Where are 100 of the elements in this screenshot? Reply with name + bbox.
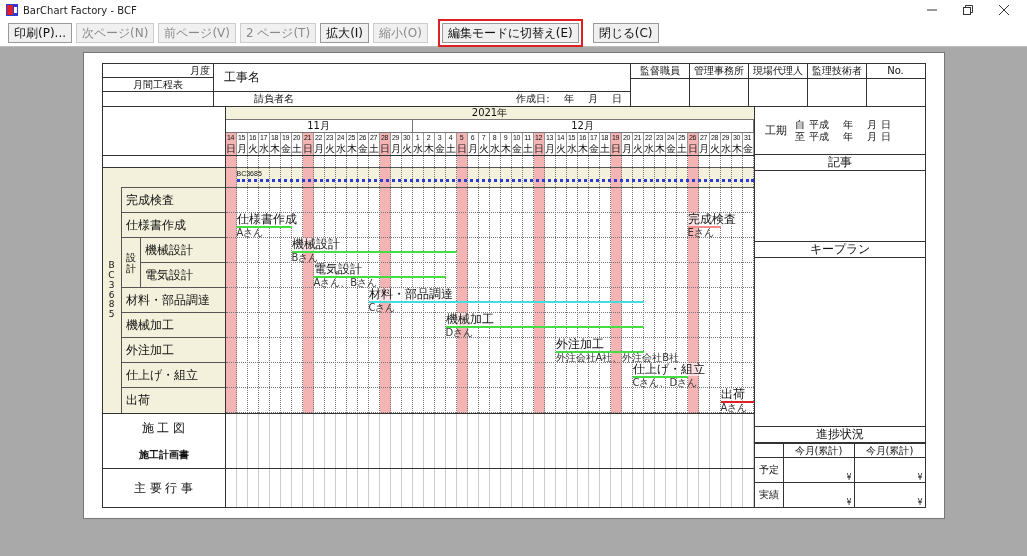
weekday-label: 火 — [324, 143, 336, 155]
task-label: 電気設計 — [143, 267, 194, 284]
weekday-label: 土 — [445, 143, 457, 155]
currency-mark: ¥ — [846, 473, 852, 482]
assignee-label: 外注会社A社、外注会社B社 — [555, 353, 680, 363]
task-label: 機械設計 — [140, 238, 225, 263]
currency-mark: ¥ — [846, 498, 852, 507]
toolbar-button[interactable]: 閉じる(C) — [592, 23, 659, 43]
weekday-label: 月 — [544, 143, 556, 155]
era-label: 平成 — [808, 118, 829, 131]
month-unit: 月 — [866, 118, 877, 131]
assignee-label: Aさん — [720, 403, 748, 413]
approval-label: No. — [887, 65, 904, 76]
weekday-label: 金 — [665, 143, 677, 155]
weekday-label: 火 — [478, 143, 490, 155]
weekday-label: 日 — [379, 143, 391, 155]
weekday-label: 金 — [357, 143, 369, 155]
weekday-label: 火 — [709, 143, 721, 155]
toolbar-button[interactable]: 印刷(P)... — [8, 23, 73, 43]
assignee-label: Aさん — [236, 228, 264, 238]
contractor-label: 請負者名 — [253, 92, 294, 106]
bar-label: 電気設計 — [313, 263, 362, 276]
bar-label: 材料・部品調達 — [368, 288, 453, 301]
weekday-label: 日 — [225, 143, 237, 155]
weekday-label: 金 — [742, 143, 754, 155]
month-label: 月度 — [102, 64, 213, 78]
weekday-label: 火 — [632, 143, 644, 155]
currency-mark: ¥ — [917, 473, 923, 482]
year-label: 2021年 — [225, 107, 754, 120]
assignee-label: Dさん — [445, 328, 474, 338]
task-label: 仕様書作成 — [120, 213, 225, 238]
task-label: 完成検査 — [120, 188, 225, 213]
weekday-label: 水 — [412, 143, 424, 155]
project-name-label: 工事名 — [223, 70, 260, 84]
close-icon[interactable] — [999, 5, 1009, 15]
assignee-label: Eさん — [687, 228, 714, 238]
weekday-label: 水 — [258, 143, 270, 155]
sheet-title: 月間工程表 — [102, 78, 213, 92]
weekday-label: 土 — [676, 143, 688, 155]
weekday-label: 木 — [269, 143, 281, 155]
task-label: 仕上げ・組立 — [120, 363, 225, 388]
row-label: 予定 — [758, 463, 779, 477]
weekday-label: 火 — [247, 143, 259, 155]
toolbar-button[interactable]: 拡大(I) — [320, 23, 370, 43]
notes-title: 記事 — [827, 155, 852, 169]
row-label: 実績 — [758, 488, 779, 502]
app-icon — [6, 4, 18, 16]
year-unit: 年 — [563, 92, 574, 106]
period-prefix: 自 — [794, 118, 805, 131]
weekday-label: 日 — [302, 143, 314, 155]
month-label: 12月 — [412, 120, 754, 132]
plan-label: 施工計画書 — [138, 448, 189, 463]
month-unit: 月 — [866, 130, 877, 143]
weekday-label: 金 — [434, 143, 446, 155]
weekday-label: 金 — [280, 143, 292, 155]
approval-label: 管理事務所 — [693, 65, 744, 76]
maximize-icon[interactable] — [963, 5, 973, 15]
weekday-label: 木 — [654, 143, 666, 155]
bar-label: 仕上げ・組立 — [632, 363, 705, 376]
weekday-label: 火 — [401, 143, 413, 155]
task-label: 外注加工 — [120, 338, 225, 363]
weekday-label: 水 — [643, 143, 655, 155]
approval-label: 監理技術者 — [811, 65, 862, 76]
weekday-label: 月 — [467, 143, 479, 155]
window-title: BarChart Factory - BCF — [23, 4, 137, 16]
weekday-label: 木 — [731, 143, 743, 155]
day-unit: 日 — [880, 130, 891, 143]
assignee-label: Cさん — [368, 303, 396, 313]
key-plan-title: キープラン — [809, 242, 870, 256]
weekday-label: 月 — [236, 143, 248, 155]
bar-label: 外注加工 — [555, 338, 604, 351]
weekday-label: 金 — [588, 143, 600, 155]
weekday-label: 水 — [566, 143, 578, 155]
weekday-label: 月 — [621, 143, 633, 155]
bar-label: 機械加工 — [445, 313, 494, 326]
weekday-label: 土 — [599, 143, 611, 155]
approval-label: 現場代理人 — [752, 65, 803, 76]
weekday-label: 日 — [687, 143, 699, 155]
approval-label: 監督職員 — [639, 65, 680, 76]
weekday-label: 木 — [423, 143, 435, 155]
progress-title: 進捗状況 — [815, 427, 864, 441]
created-date-label: 作成日: — [516, 92, 550, 106]
weekday-label: 月 — [698, 143, 710, 155]
project-code: BC3685 — [107, 260, 116, 321]
weekday-label: 日 — [533, 143, 545, 155]
weekday-label: 木 — [346, 143, 358, 155]
weekday-label: 日 — [456, 143, 468, 155]
column-header: 今月(累計) — [794, 445, 843, 456]
month-label: 11月 — [225, 120, 413, 132]
weekday-label: 月 — [390, 143, 402, 155]
assignee-label: Bさん — [291, 253, 319, 263]
bar-label: 機械設計 — [291, 238, 340, 251]
era-label: 平成 — [808, 130, 829, 143]
period-label: 工期 — [764, 123, 787, 138]
day-unit: 日 — [880, 118, 891, 131]
weekday-label: 火 — [555, 143, 567, 155]
day-unit: 日 — [611, 92, 622, 106]
weekday-label: 土 — [368, 143, 380, 155]
toolbar-button[interactable]: 編集モードに切替え(E) — [441, 23, 579, 43]
month-unit: 月 — [587, 92, 598, 106]
